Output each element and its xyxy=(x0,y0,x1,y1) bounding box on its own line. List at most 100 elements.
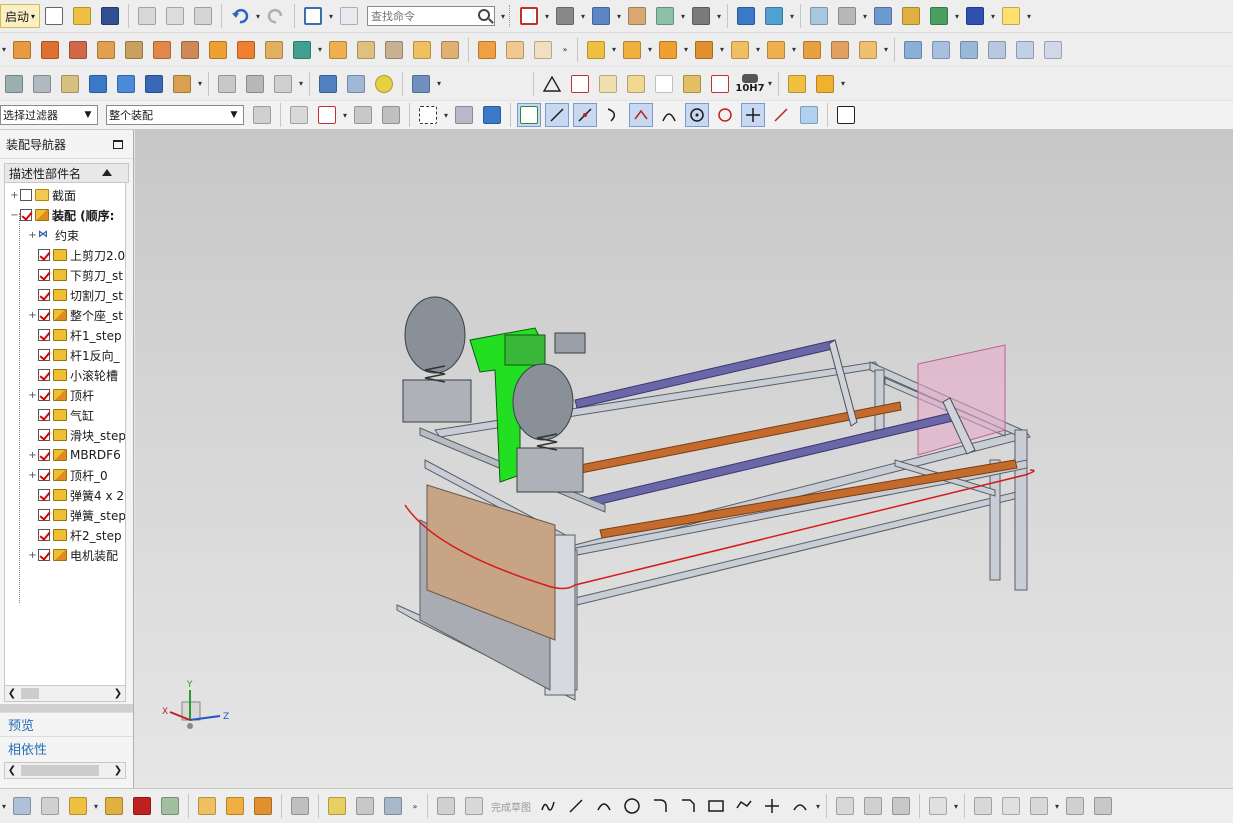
visibility-checkbox[interactable] xyxy=(38,329,50,341)
chevron-down-icon[interactable]: ▼ xyxy=(81,108,95,122)
graphics-viewport[interactable]: Y Z X xyxy=(135,130,1233,788)
arc-icon[interactable] xyxy=(592,794,616,818)
tree-horizontal-scrollbar[interactable]: ❮ ❯ xyxy=(4,685,126,702)
expand-toggle-icon[interactable]: − xyxy=(9,205,20,225)
visibility-checkbox[interactable] xyxy=(38,289,50,301)
snap-endpoint-icon[interactable] xyxy=(517,103,541,127)
geometric-constraint-icon[interactable] xyxy=(971,794,995,818)
pattern-icon[interactable] xyxy=(206,38,230,62)
visibility-checkbox[interactable] xyxy=(20,189,32,201)
offset-face-icon[interactable] xyxy=(503,38,527,62)
snap-curve-icon[interactable] xyxy=(601,103,625,127)
table-icon[interactable] xyxy=(568,72,592,96)
mirror-assembly-icon[interactable] xyxy=(692,38,716,62)
offset-curve-icon[interactable] xyxy=(788,794,812,818)
studio-surface-icon[interactable] xyxy=(985,38,1009,62)
note-icon[interactable] xyxy=(652,72,676,96)
undo-icon[interactable] xyxy=(228,4,252,28)
revolve-icon[interactable] xyxy=(38,38,62,62)
visibility-checkbox[interactable] xyxy=(38,429,50,441)
visibility-checkbox[interactable] xyxy=(38,389,50,401)
pull-face-icon[interactable] xyxy=(114,72,138,96)
snap-icon[interactable] xyxy=(871,4,895,28)
chamfer-sketch-icon[interactable] xyxy=(676,794,700,818)
visibility-checkbox[interactable] xyxy=(38,549,50,561)
linear-dimension-icon[interactable] xyxy=(708,72,732,96)
dimension-icon[interactable] xyxy=(963,4,987,28)
snap-quadrant-icon[interactable] xyxy=(713,103,737,127)
scroll-right-icon[interactable]: ❯ xyxy=(111,764,125,777)
link-icon[interactable] xyxy=(251,794,275,818)
tree-item[interactable]: + 截面 xyxy=(5,185,125,205)
visibility-checkbox[interactable] xyxy=(38,529,50,541)
panel-horizontal-scrollbar[interactable]: ❮ ❯ xyxy=(4,762,126,779)
finish-sketch-icon[interactable] xyxy=(462,794,486,818)
bridge-icon[interactable] xyxy=(1041,38,1065,62)
tree-item[interactable]: 下剪刀_st xyxy=(5,265,125,285)
expand-toggle-icon[interactable]: + xyxy=(27,465,38,485)
tree-item[interactable]: 切割刀_st xyxy=(5,285,125,305)
expression-icon[interactable] xyxy=(58,72,82,96)
scroll-left-icon[interactable]: ❮ xyxy=(5,764,19,777)
pad-icon[interactable] xyxy=(150,38,174,62)
sketch-icon[interactable] xyxy=(434,794,458,818)
column-header[interactable]: 描述性部件名 xyxy=(4,163,129,183)
preview-section[interactable]: 预览 xyxy=(0,712,133,736)
start-menu-button[interactable]: 启动 ▾ xyxy=(0,4,41,28)
trim-icon[interactable] xyxy=(833,794,857,818)
auto-constrain-icon[interactable] xyxy=(1063,794,1087,818)
layer-view-icon[interactable] xyxy=(653,4,677,28)
part-navigator-icon[interactable] xyxy=(2,72,26,96)
command-search[interactable] xyxy=(367,6,496,26)
edge-blend-icon[interactable] xyxy=(326,38,350,62)
angle-icon[interactable] xyxy=(1027,794,1051,818)
fastener-icon[interactable] xyxy=(271,72,295,96)
assembly-icon[interactable] xyxy=(10,794,34,818)
scroll-left-icon[interactable]: ❮ xyxy=(5,687,19,700)
analysis-icon[interactable] xyxy=(927,4,951,28)
expand-toggle-icon[interactable]: + xyxy=(9,185,20,205)
corner-icon[interactable] xyxy=(889,794,913,818)
groove-icon[interactable] xyxy=(178,38,202,62)
block-icon[interactable] xyxy=(475,38,499,62)
tree-item[interactable]: + 顶杆 xyxy=(5,385,125,405)
visibility-checkbox[interactable] xyxy=(38,269,50,281)
tree-item[interactable]: 滑块_step xyxy=(5,425,125,445)
swept-icon[interactable] xyxy=(957,38,981,62)
expand-toggle-icon[interactable]: + xyxy=(27,225,38,245)
snap-midpoint-icon[interactable] xyxy=(573,103,597,127)
scroll-thumb[interactable] xyxy=(21,688,39,699)
wrench-icon[interactable] xyxy=(353,794,377,818)
scroll-right-icon[interactable]: ❯ xyxy=(111,687,125,700)
pipe-icon[interactable] xyxy=(381,794,405,818)
paste-icon[interactable] xyxy=(191,4,215,28)
fit-view-icon[interactable] xyxy=(517,4,541,28)
ruler-icon[interactable] xyxy=(999,4,1023,28)
visibility-checkbox[interactable] xyxy=(38,489,50,501)
polygon-icon[interactable] xyxy=(732,794,756,818)
show-constraints-icon[interactable] xyxy=(1091,794,1115,818)
snap-point-icon[interactable] xyxy=(315,103,339,127)
section-view-icon[interactable] xyxy=(625,4,649,28)
brush-icon[interactable] xyxy=(680,72,704,96)
add-component-icon[interactable] xyxy=(584,38,608,62)
wave-link-icon[interactable] xyxy=(800,38,824,62)
snap-point-on-curve-icon[interactable] xyxy=(741,103,765,127)
assembly-scope-combo[interactable]: 整个装配 ▼ xyxy=(106,105,244,125)
snap-bisector-icon[interactable] xyxy=(769,103,793,127)
snap-line-icon[interactable] xyxy=(545,103,569,127)
bolt-icon[interactable] xyxy=(288,794,312,818)
chain-icon[interactable] xyxy=(325,794,349,818)
expand-toggle-icon[interactable]: + xyxy=(27,385,38,405)
background-color-icon[interactable] xyxy=(689,4,713,28)
wcs-icon[interactable] xyxy=(762,4,786,28)
circle-icon[interactable] xyxy=(620,794,644,818)
routing-icon[interactable] xyxy=(243,72,267,96)
tree-item[interactable]: + 整个座_st xyxy=(5,305,125,325)
cube-view-icon[interactable] xyxy=(589,4,613,28)
mirror-icon[interactable] xyxy=(130,794,154,818)
line-icon[interactable] xyxy=(564,794,588,818)
fillet-icon[interactable] xyxy=(648,794,672,818)
visibility-checkbox[interactable] xyxy=(38,249,50,261)
expand-toggle-icon[interactable]: + xyxy=(27,445,38,465)
